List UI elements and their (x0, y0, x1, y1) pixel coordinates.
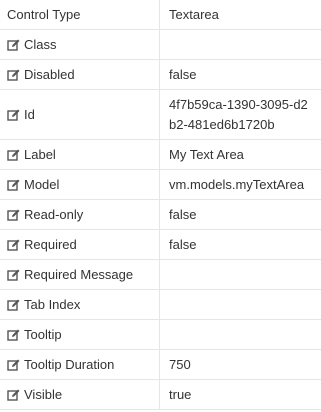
property-row-required-message[interactable]: Required Message (0, 260, 321, 290)
property-value-class[interactable] (160, 30, 321, 59)
property-row-id[interactable]: Id 4f7b59ca-1390-3095-d2b2-481ed6b1720b (0, 90, 321, 140)
edit-icon[interactable] (7, 358, 21, 372)
edit-icon[interactable] (7, 68, 21, 82)
property-row-label[interactable]: Label My Text Area (0, 140, 321, 170)
property-name-cell: Class (0, 30, 160, 59)
property-row-tooltip[interactable]: Tooltip (0, 320, 321, 350)
property-value-required-message[interactable] (160, 260, 321, 289)
property-value-model[interactable]: vm.models.myTextArea (160, 170, 321, 199)
property-grid: Control Type Textarea Class Disabled fal… (0, 0, 321, 412)
property-value-tooltip-duration[interactable]: 750 (160, 350, 321, 379)
edit-icon[interactable] (7, 178, 21, 192)
property-value-tab-index[interactable] (160, 290, 321, 319)
property-row-required[interactable]: Required false (0, 230, 321, 260)
property-name-label: Label (24, 147, 56, 162)
property-name-cell: Label (0, 140, 160, 169)
property-row-read-only[interactable]: Read-only false (0, 200, 321, 230)
property-name-cell: Id (0, 90, 160, 139)
edit-icon[interactable] (7, 238, 21, 252)
edit-icon[interactable] (7, 388, 21, 402)
property-row-model[interactable]: Model vm.models.myTextArea (0, 170, 321, 200)
property-name-required: Required (24, 237, 77, 252)
property-value-read-only[interactable]: false (160, 200, 321, 229)
property-name-tooltip-duration: Tooltip Duration (24, 357, 115, 372)
property-name-cell: Visible (0, 380, 160, 409)
property-row-tab-index[interactable]: Tab Index (0, 290, 321, 320)
property-name-cell: Required Message (0, 260, 160, 289)
property-name-id: Id (24, 107, 35, 122)
edit-icon[interactable] (7, 328, 21, 342)
property-value-disabled[interactable]: false (160, 60, 321, 89)
property-row-tooltip-duration[interactable]: Tooltip Duration 750 (0, 350, 321, 380)
property-name-read-only: Read-only (24, 207, 84, 222)
property-row-class[interactable]: Class (0, 30, 321, 60)
property-name-tooltip: Tooltip (24, 327, 62, 342)
property-name-model: Model (24, 177, 60, 192)
edit-icon[interactable] (7, 298, 21, 312)
property-value-label[interactable]: My Text Area (160, 140, 321, 169)
edit-icon[interactable] (7, 268, 21, 282)
edit-icon[interactable] (7, 108, 21, 122)
property-name-cell: Tooltip Duration (0, 350, 160, 379)
property-name-cell: Tab Index (0, 290, 160, 319)
property-row-visible[interactable]: Visible true (0, 380, 321, 410)
property-name-cell: Tooltip (0, 320, 160, 349)
edit-icon[interactable] (7, 38, 21, 52)
control-type-row: Control Type Textarea (0, 0, 321, 30)
property-name-cell: Required (0, 230, 160, 259)
property-name-tab-index: Tab Index (24, 297, 81, 312)
property-value-id[interactable]: 4f7b59ca-1390-3095-d2b2-481ed6b1720b (160, 90, 321, 139)
property-value-required[interactable]: false (160, 230, 321, 259)
property-value-tooltip[interactable] (160, 320, 321, 349)
property-value-visible[interactable]: true (160, 380, 321, 409)
edit-icon[interactable] (7, 208, 21, 222)
property-name-visible: Visible (24, 387, 63, 402)
control-type-value: Textarea (169, 6, 219, 22)
property-name-class: Class (24, 37, 57, 52)
property-row-disabled[interactable]: Disabled false (0, 60, 321, 90)
property-name-cell: Disabled (0, 60, 160, 89)
edit-icon[interactable] (7, 148, 21, 162)
control-type-label: Control Type (0, 0, 160, 29)
property-name-required-message: Required Message (24, 267, 134, 282)
property-name-cell: Model (0, 170, 160, 199)
property-name-cell: Read-only (0, 200, 160, 229)
property-name-disabled: Disabled (24, 67, 75, 82)
